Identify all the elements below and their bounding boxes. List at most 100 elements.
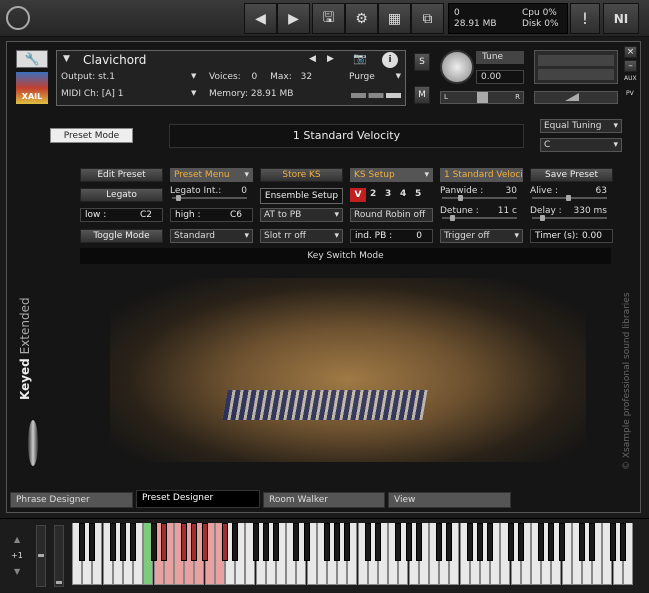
black-key[interactable]	[160, 523, 167, 561]
prev-instrument-button[interactable]: ◀	[244, 3, 277, 34]
black-key[interactable]	[466, 523, 473, 561]
black-key[interactable]	[273, 523, 279, 561]
key-dropdown[interactable]: C ▾	[540, 138, 622, 152]
camera-icon[interactable]: 📷	[349, 52, 371, 68]
solo-button[interactable]: S	[414, 53, 430, 71]
legato-intensity-slider[interactable]: Legato Int.: 0	[170, 186, 253, 201]
detune-slider[interactable]: Detune : 11 c	[440, 206, 523, 221]
pv-button[interactable]: PV	[626, 90, 634, 97]
gear-icon[interactable]: ⚙	[345, 3, 378, 34]
black-key[interactable]	[446, 523, 453, 561]
black-key[interactable]	[293, 523, 300, 561]
delay-slider[interactable]: Delay : 330 ms	[530, 206, 613, 221]
voice-v-button[interactable]: V	[350, 188, 366, 202]
voice-4-button[interactable]: 4	[400, 189, 406, 199]
black-key[interactable]	[507, 523, 514, 561]
black-key[interactable]	[303, 523, 310, 561]
black-key[interactable]	[619, 523, 626, 561]
minimize-view-icon[interactable]: ⧉	[411, 3, 444, 34]
edit-preset-button[interactable]: Edit Preset	[80, 168, 163, 182]
black-key[interactable]	[252, 523, 259, 561]
voice-2-button[interactable]: 2	[370, 189, 376, 199]
black-key[interactable]	[517, 523, 524, 561]
tune-knob[interactable]	[440, 50, 474, 84]
tab-phrase-designer[interactable]: Phrase Designer	[10, 492, 133, 508]
black-key[interactable]	[201, 523, 208, 561]
ensemble-setup-button[interactable]: Ensemble Setup	[260, 188, 343, 204]
black-key[interactable]	[109, 523, 116, 561]
save-preset-button[interactable]: Save Preset	[530, 168, 613, 182]
black-key[interactable]	[334, 523, 341, 561]
tuning-dropdown[interactable]: Equal Tuning ▾	[540, 119, 622, 133]
mute-button[interactable]: M	[414, 86, 430, 104]
warning-icon[interactable]: !	[570, 3, 600, 34]
output-value[interactable]: st.1	[98, 72, 115, 82]
black-key[interactable]	[89, 523, 96, 561]
next-instrument-button[interactable]: ▶	[277, 3, 310, 34]
toggle-mode-button[interactable]: Toggle Mode	[80, 229, 163, 243]
black-key[interactable]	[405, 523, 412, 561]
black-key[interactable]	[181, 523, 188, 561]
black-key[interactable]	[579, 523, 585, 561]
side-scroll-knob[interactable]	[28, 420, 38, 466]
instrument-name[interactable]: Clavichord	[83, 53, 146, 67]
panwide-slider[interactable]: Panwide :30	[440, 186, 523, 201]
black-key[interactable]	[324, 523, 330, 561]
layout-icon[interactable]: ▦	[378, 3, 411, 34]
timer-field[interactable]: Timer (s): 0.00	[530, 229, 613, 243]
velocity-dropdown[interactable]: 1 Standard Velocity	[440, 168, 523, 182]
octave-down-icon[interactable]: ▼	[14, 567, 20, 576]
ni-logo-button[interactable]: NI	[603, 3, 639, 34]
tune-value[interactable]: 0.00	[476, 70, 524, 84]
purge-dropdown[interactable]: Purge ▼	[349, 72, 401, 82]
aux-button[interactable]: AUX	[624, 75, 637, 82]
black-key[interactable]	[538, 523, 545, 561]
mod-wheel[interactable]	[54, 525, 64, 587]
store-ks-button[interactable]: Store KS	[260, 168, 343, 182]
pitch-wheel[interactable]	[36, 525, 46, 587]
close-icon[interactable]: ×	[624, 46, 637, 58]
pan-slider[interactable]: L R	[440, 91, 524, 104]
black-key[interactable]	[375, 523, 381, 561]
black-key[interactable]	[415, 523, 422, 561]
black-key[interactable]	[609, 523, 616, 561]
standard-dropdown[interactable]: Standard ▾	[170, 229, 253, 243]
black-key[interactable]	[191, 523, 198, 561]
voice-3-button[interactable]: 3	[385, 189, 391, 199]
trigger-dropdown[interactable]: Trigger off ▾	[440, 229, 523, 243]
legato-button[interactable]: Legato	[80, 188, 163, 202]
output-dropdown-icon[interactable]: ▼	[191, 72, 196, 80]
slot-rr-dropdown[interactable]: Slot rr off ▾	[260, 229, 343, 243]
kontakt-logo-icon[interactable]	[6, 6, 30, 30]
black-key[interactable]	[79, 523, 86, 561]
black-key[interactable]	[130, 523, 137, 561]
instrument-next-icon[interactable]: ▶	[327, 54, 334, 64]
black-key[interactable]	[364, 523, 371, 561]
black-key[interactable]	[262, 523, 269, 561]
info-icon[interactable]: i	[382, 52, 398, 68]
wrench-icon[interactable]: 🔧	[16, 50, 48, 68]
preset-menu-dropdown[interactable]: Preset Menu ▾	[170, 168, 253, 182]
midi-value[interactable]: [A] 1	[102, 89, 124, 99]
round-robin-dropdown[interactable]: Round Robin off	[350, 208, 433, 222]
high-key-field[interactable]: high : C6	[170, 208, 253, 222]
black-key[interactable]	[344, 523, 351, 561]
midi-dropdown-icon[interactable]: ▼	[191, 89, 196, 97]
ind-pb-field[interactable]: ind. PB : 0	[350, 229, 433, 243]
tab-preset-designer[interactable]: Preset Designer	[136, 490, 260, 508]
instrument-prev-icon[interactable]: ◀	[309, 54, 316, 64]
tab-room-walker[interactable]: Room Walker	[263, 492, 385, 508]
black-key[interactable]	[436, 523, 443, 561]
black-key[interactable]	[589, 523, 596, 561]
max-value[interactable]: 32	[301, 72, 312, 82]
black-key[interactable]	[150, 523, 157, 561]
black-key[interactable]	[232, 523, 239, 561]
low-key-field[interactable]: low : C2	[80, 208, 163, 222]
black-key[interactable]	[395, 523, 402, 561]
at-to-pb-dropdown[interactable]: AT to PB ▾	[260, 208, 343, 222]
volume-slider[interactable]	[534, 91, 618, 104]
octave-up-icon[interactable]: ▲	[14, 535, 20, 544]
minimize-icon[interactable]: –	[624, 60, 637, 72]
black-key[interactable]	[120, 523, 126, 561]
save-icon[interactable]: 🖫	[312, 3, 345, 34]
